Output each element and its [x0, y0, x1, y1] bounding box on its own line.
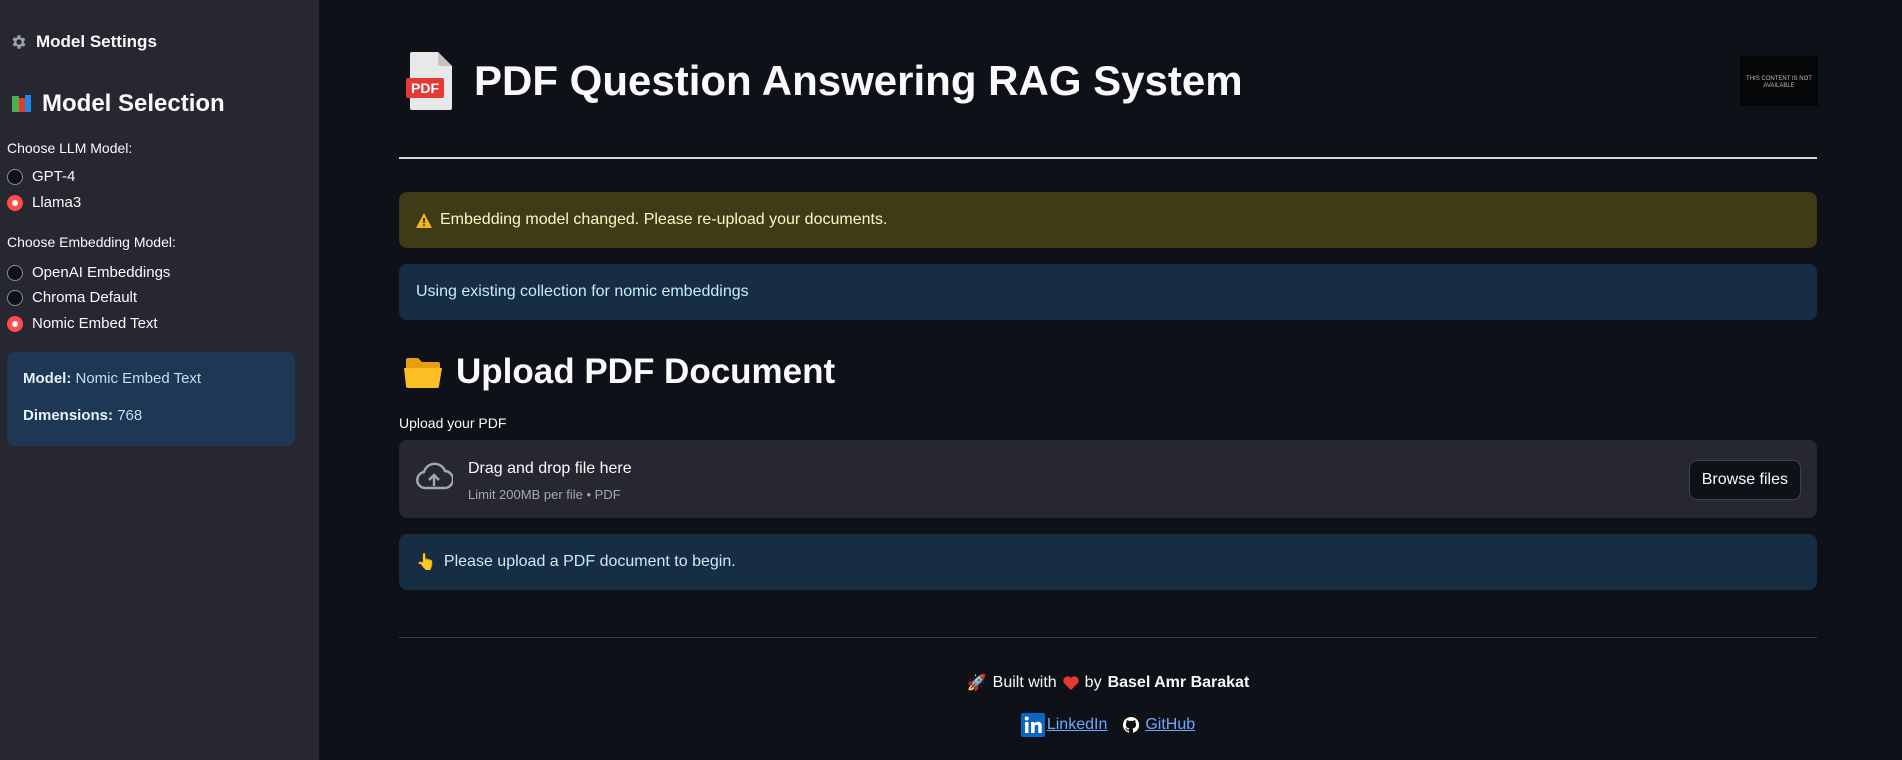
model-info-line: Model: Nomic Embed Text [23, 370, 202, 387]
embedding-model-label: Choose Embedding Model: [7, 234, 176, 250]
radio-openai-embeddings[interactable]: OpenAI Embeddings [7, 264, 170, 281]
author-name: Basel Amr Barakat [1107, 674, 1250, 691]
warning-alert: Embedding model changed. Please re-uploa… [399, 192, 1817, 248]
radio-circle-selected[interactable] [7, 194, 23, 211]
radio-circle[interactable] [7, 264, 23, 281]
llm-model-label: Choose LLM Model: [7, 140, 133, 156]
footer-divider [399, 637, 1817, 638]
radio-circle[interactable] [7, 289, 23, 306]
title-divider [399, 157, 1817, 159]
page-title: PDF Question Answering RAG System [474, 57, 1243, 104]
content-unavailable-thumbnail: THIS CONTENT IS NOT AVAILABLE [1740, 56, 1818, 106]
file-dropzone[interactable]: Drag and drop file here Limit 200MB per … [399, 440, 1817, 518]
sidebar: Model Settings Model Selection Choose LL… [0, 0, 319, 760]
radio-circle[interactable] [7, 168, 23, 185]
pointing-hand-icon: 👆 [416, 554, 436, 571]
warning-icon [416, 212, 432, 228]
gear-icon [12, 35, 26, 49]
info-alert-collection: Using existing collection for nomic embe… [399, 264, 1817, 320]
upload-label: Upload your PDF [399, 415, 507, 431]
linkedin-icon [1020, 713, 1045, 737]
dimensions-info-line: Dimensions: 768 [23, 407, 143, 424]
footer-links: LinkedIn GitHub [399, 713, 1817, 737]
cloud-upload-icon [416, 462, 453, 490]
model-selection-heading: Model Selection [10, 90, 225, 118]
github-icon [1119, 713, 1144, 737]
radio-circle-selected[interactable] [7, 315, 23, 332]
page-title-row: PDF PDF Question Answering RAG System [404, 50, 1243, 112]
browse-files-button[interactable]: Browse files [1688, 460, 1801, 500]
radio-gpt4[interactable]: GPT-4 [7, 168, 75, 185]
books-icon [12, 95, 31, 112]
model-settings-title: Model Settings [10, 32, 157, 52]
svg-text:PDF: PDF [411, 80, 439, 96]
github-link[interactable]: GitHub [1119, 713, 1195, 737]
linkedin-link[interactable]: LinkedIn [1020, 713, 1107, 737]
upload-heading: Upload PDF Document [404, 352, 835, 392]
heart-icon [1062, 676, 1079, 690]
radio-nomic-embed-text[interactable]: Nomic Embed Text [7, 315, 158, 332]
info-alert-upload: 👆 Please upload a PDF document to begin. [399, 534, 1817, 590]
dropzone-limit: Limit 200MB per file • PDF [468, 487, 621, 502]
radio-chroma-default[interactable]: Chroma Default [7, 289, 137, 306]
pdf-file-icon: PDF [404, 50, 456, 112]
footer-credit: 🚀 Built with by Basel Amr Barakat [966, 674, 1250, 692]
model-info-card: Model: Nomic Embed Text Dimensions: 768 [7, 352, 295, 446]
rocket-icon: 🚀 [966, 675, 987, 692]
folder-icon [404, 358, 442, 388]
radio-llama3[interactable]: Llama3 [7, 194, 81, 211]
dropzone-title: Drag and drop file here [468, 460, 632, 477]
